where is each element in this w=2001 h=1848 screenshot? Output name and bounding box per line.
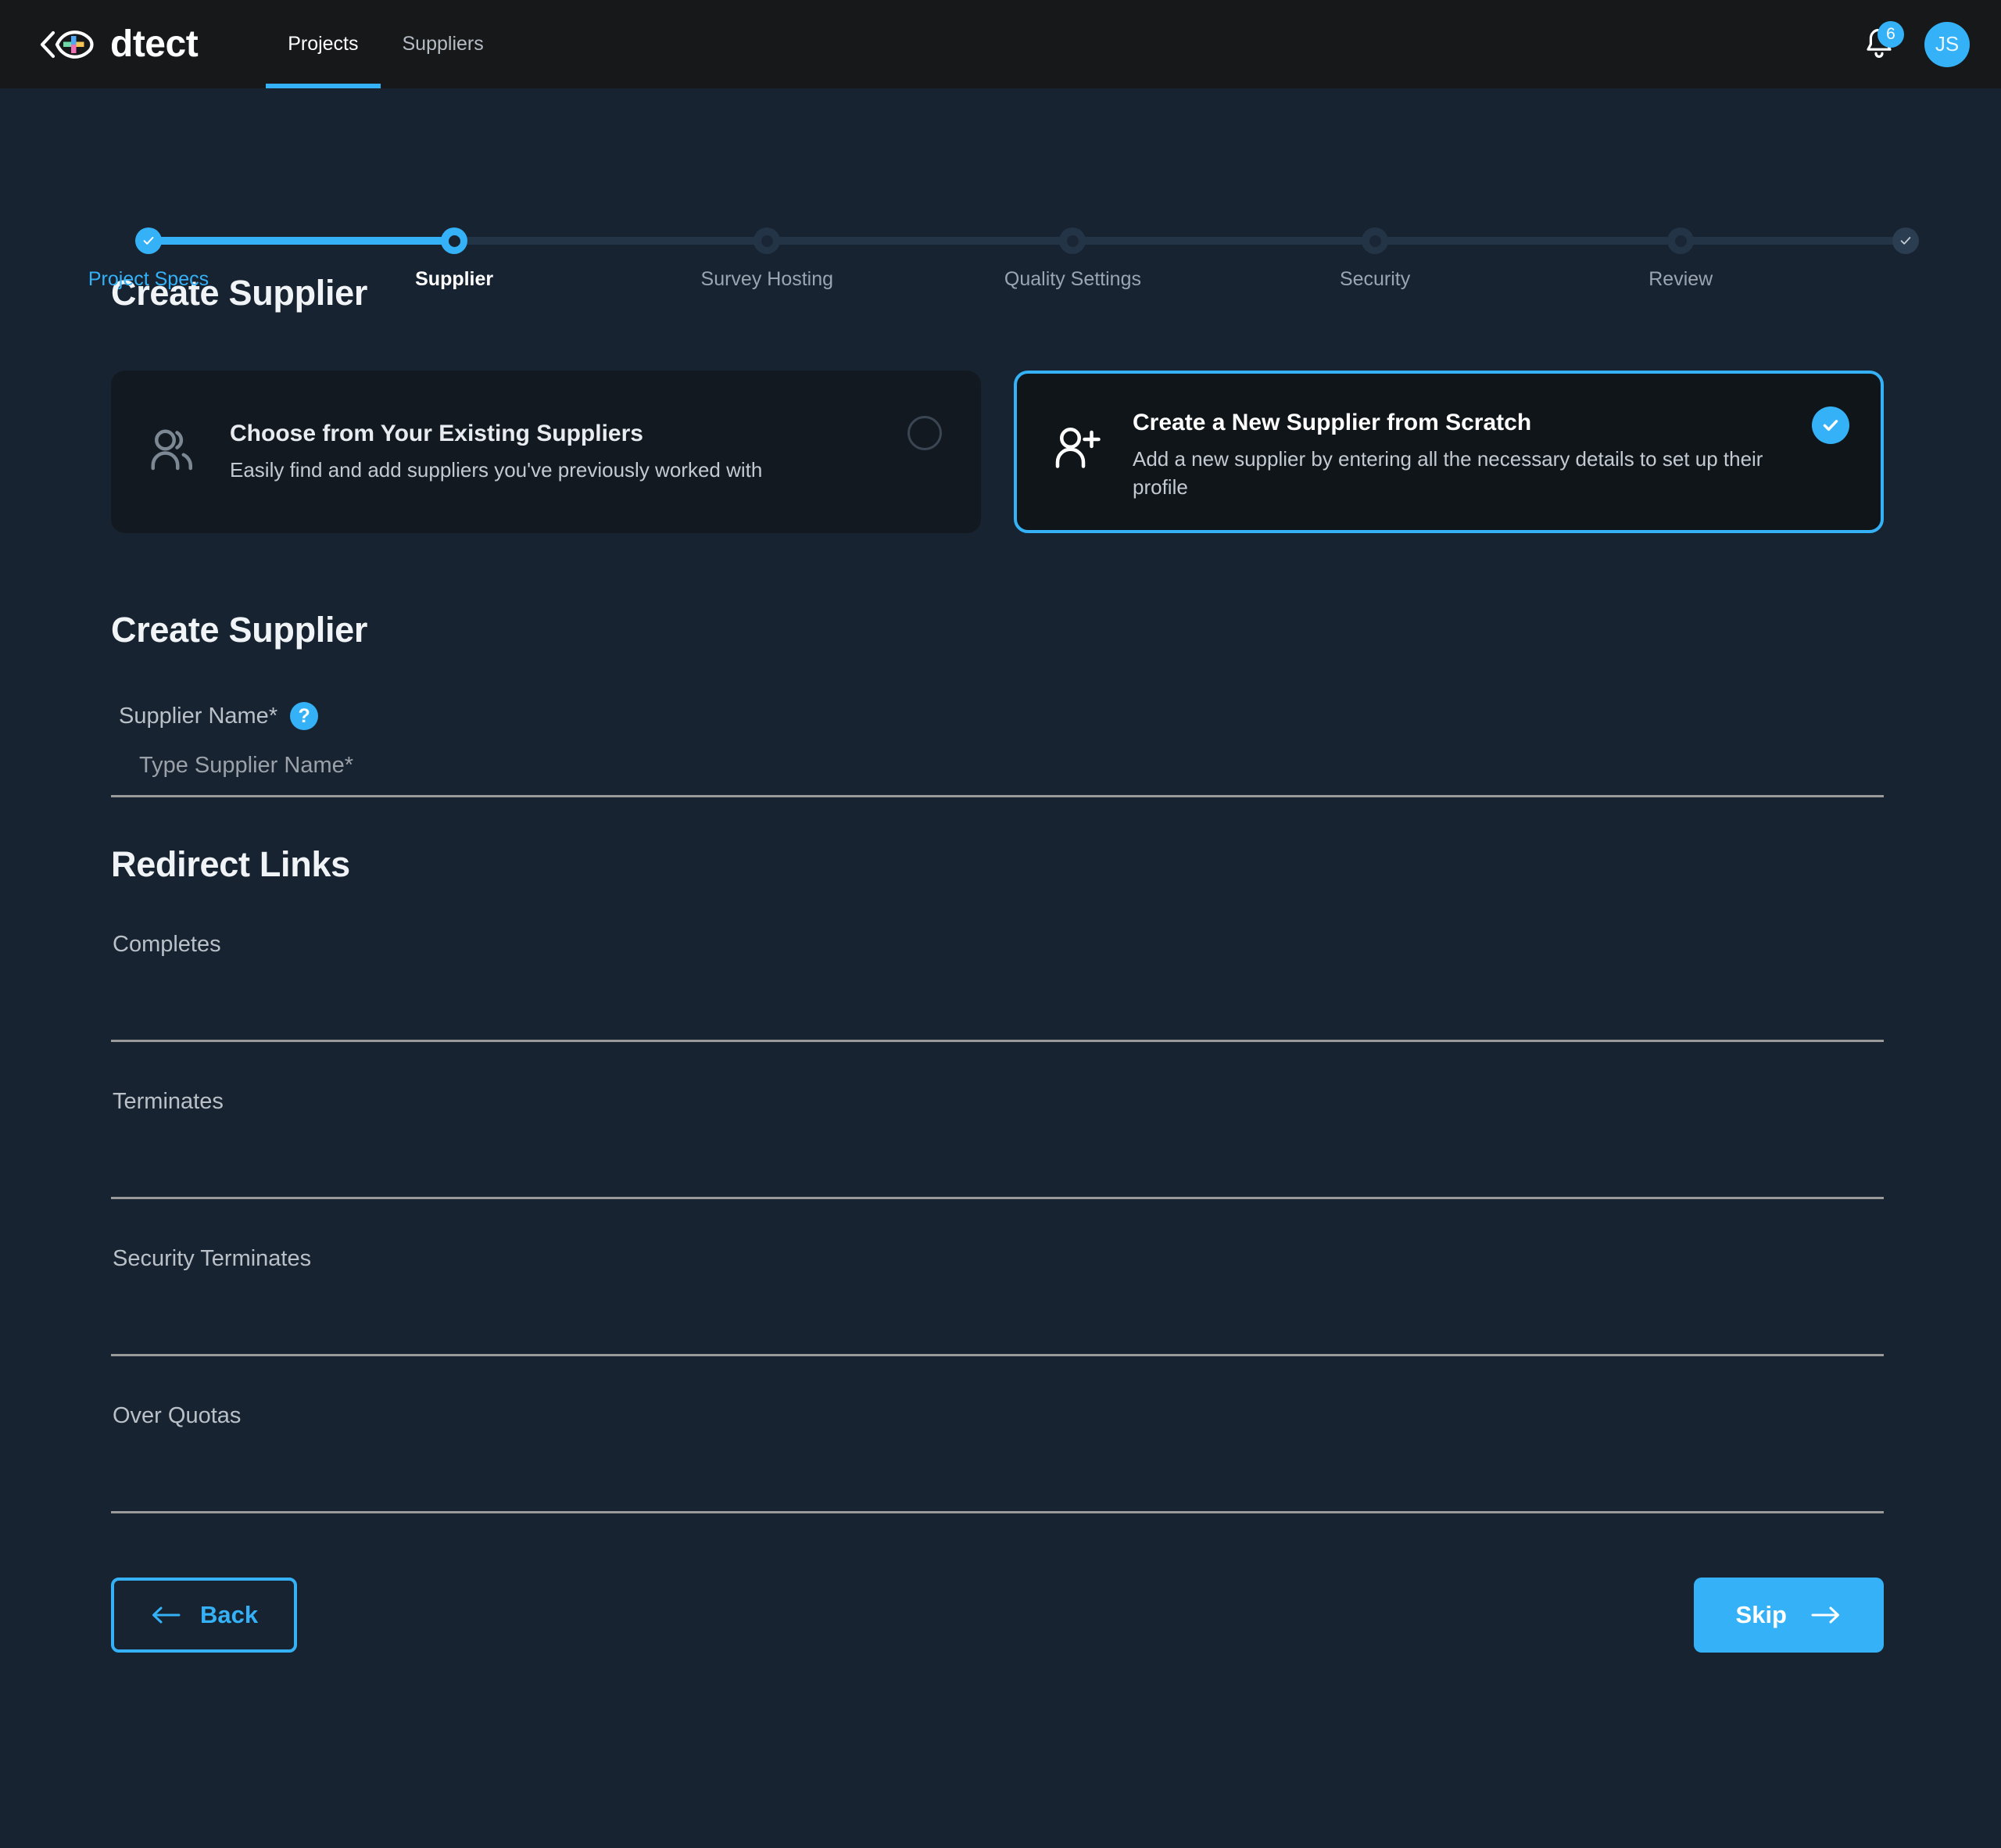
user-plus-icon — [1055, 428, 1101, 468]
supplier-name-label-row: Supplier Name* ? — [111, 702, 1884, 731]
stepper-node-todo — [1667, 227, 1695, 254]
stepper-node-current — [441, 227, 468, 254]
wizard-stepper: Project Specs Supplier Survey Hosting Qu… — [0, 88, 2001, 290]
stepper-step-quality-settings[interactable]: Quality Settings — [947, 88, 1197, 291]
option-card-new-supplier-body: Create a New Supplier from Scratch Add a… — [1133, 408, 1849, 502]
supplier-source-options: Choose from Your Existing Suppliers Easi… — [111, 371, 1884, 534]
brand-logo[interactable]: dtect — [35, 23, 199, 66]
wizard-footer: Back Skip — [111, 1578, 1884, 1684]
option-card-existing-suppliers-title: Choose from Your Existing Suppliers — [230, 421, 643, 447]
redirect-link-security-terminates-input[interactable] — [111, 1280, 1884, 1357]
skip-button-label: Skip — [1735, 1601, 1787, 1629]
check-icon — [143, 237, 154, 245]
stepper-step-security[interactable]: Security — [1250, 88, 1500, 291]
stepper-node-todo — [1362, 227, 1389, 254]
arrow-right-icon — [1811, 1606, 1839, 1624]
user-avatar[interactable]: JS — [1924, 21, 1970, 67]
stepper-node-todo — [1059, 227, 1086, 254]
check-icon — [1823, 420, 1838, 432]
option-card-new-supplier-subtitle: Add a new supplier by entering all the n… — [1133, 446, 1763, 500]
redirect-link-over-quotas-label: Over Quotas — [113, 1403, 242, 1429]
option-card-existing-suppliers[interactable]: Choose from Your Existing Suppliers Easi… — [111, 371, 981, 534]
brand-name: dtect — [110, 23, 199, 65]
stepper-step-review[interactable]: Review — [1555, 88, 1806, 291]
top-navigation-bar: dtect Projects Suppliers 6 JS — [0, 0, 2001, 88]
option-card-new-supplier[interactable]: Create a New Supplier from Scratch Add a… — [1014, 371, 1884, 534]
nav-tabs: Projects Suppliers — [266, 0, 506, 88]
redirect-link-security-terminates: Security Terminates — [111, 1246, 1884, 1357]
redirect-link-security-terminates-label: Security Terminates — [113, 1246, 312, 1272]
supplier-name-field-block: Supplier Name* ? — [111, 702, 1884, 798]
option-radio-selected[interactable] — [1812, 406, 1849, 444]
redirect-link-terminates: Terminates — [111, 1089, 1884, 1200]
option-card-new-supplier-title: Create a New Supplier from Scratch — [1133, 410, 1532, 435]
stepper-step-supplier[interactable]: Supplier — [329, 88, 579, 291]
skip-button[interactable]: Skip — [1693, 1578, 1884, 1653]
nav-tab-suppliers-label: Suppliers — [402, 33, 484, 55]
option-card-existing-suppliers-body: Choose from Your Existing Suppliers Easi… — [230, 419, 817, 484]
stepper-node-endcap — [1892, 227, 1919, 254]
supplier-name-input[interactable] — [111, 741, 1884, 798]
redirect-link-over-quotas: Over Quotas — [111, 1403, 1884, 1514]
supplier-name-label: Supplier Name* — [119, 703, 278, 729]
form-section-title: Create Supplier — [111, 610, 368, 650]
stepper-step-end — [1781, 88, 2001, 254]
redirect-links-title: Redirect Links — [111, 844, 350, 885]
option-card-existing-suppliers-subtitle: Easily find and add suppliers you've pre… — [230, 457, 763, 482]
stepper-node-done — [135, 227, 162, 254]
top-bar-actions: 6 JS — [1860, 20, 1970, 67]
notifications-button[interactable]: 6 — [1860, 20, 1904, 64]
question-mark-icon[interactable]: ? — [290, 702, 319, 731]
notification-count-badge: 6 — [1878, 20, 1904, 48]
redirect-link-completes-label: Completes — [113, 932, 221, 958]
arrow-left-icon — [152, 1606, 181, 1624]
main-content: Create Supplier Choose from Your Existin… — [0, 273, 2001, 1684]
users-group-icon — [151, 429, 192, 471]
stepper-label-quality-settings: Quality Settings — [1004, 268, 1141, 290]
nav-tab-projects[interactable]: Projects — [266, 0, 381, 88]
redirect-link-terminates-label: Terminates — [113, 1089, 224, 1115]
redirect-link-over-quotas-input[interactable] — [111, 1437, 1884, 1514]
stepper-step-project-specs[interactable]: Project Specs — [23, 88, 274, 291]
stepper-label-project-specs: Project Specs — [88, 268, 209, 290]
redirect-link-completes: Completes — [111, 932, 1884, 1043]
stepper-step-survey-hosting[interactable]: Survey Hosting — [642, 88, 892, 291]
redirect-link-completes-input[interactable] — [111, 965, 1884, 1043]
back-button-label: Back — [200, 1601, 259, 1629]
back-button[interactable]: Back — [111, 1578, 298, 1653]
option-radio-unselected[interactable] — [907, 416, 942, 450]
redirect-link-terminates-input[interactable] — [111, 1123, 1884, 1200]
stepper-label-supplier: Supplier — [415, 268, 494, 290]
stepper-label-review: Review — [1648, 268, 1713, 290]
nav-tab-suppliers[interactable]: Suppliers — [381, 0, 506, 88]
dtect-eye-plus-logo-icon — [40, 30, 94, 59]
stepper-node-todo — [754, 227, 781, 254]
nav-tab-projects-label: Projects — [288, 33, 359, 55]
stepper-label-survey-hosting: Survey Hosting — [700, 268, 834, 290]
stepper-label-security: Security — [1339, 268, 1411, 290]
check-icon — [1900, 237, 1911, 245]
